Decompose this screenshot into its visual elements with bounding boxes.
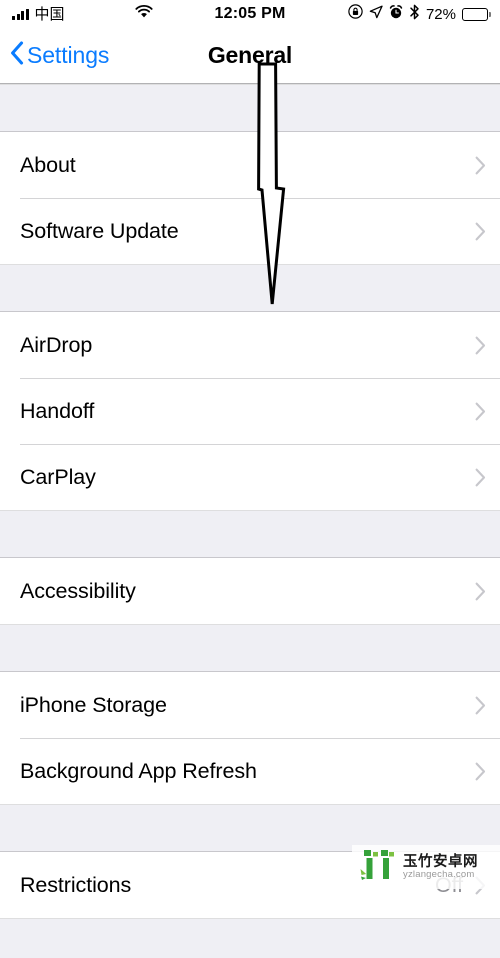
section-spacer (0, 624, 500, 672)
watermark-site-name: 玉竹安卓网 (403, 853, 478, 870)
bluetooth-icon (409, 4, 420, 25)
list-item-software-update[interactable]: Software Update (0, 198, 500, 264)
chevron-right-icon (475, 222, 486, 241)
section-spacer (0, 918, 500, 958)
list-item-label: Background App Refresh (20, 758, 257, 783)
redacted-region (70, 5, 129, 23)
list-item-iphone-storage[interactable]: iPhone Storage (0, 672, 500, 738)
watermark-url: yzlangecha.com (403, 869, 475, 880)
alarm-clock-icon (389, 4, 403, 24)
status-bar-left: 中国 (12, 5, 250, 23)
list-item-accessibility[interactable]: Accessibility (0, 558, 500, 624)
navigation-bar: Settings General (0, 28, 500, 84)
list-item-label: About (20, 152, 76, 177)
section-spacer (0, 84, 500, 132)
chevron-right-icon (475, 468, 486, 487)
settings-group-4: iPhone Storage Background App Refresh (0, 672, 500, 804)
list-item-background-app-refresh[interactable]: Background App Refresh (0, 738, 500, 804)
list-item-airdrop[interactable]: AirDrop (0, 312, 500, 378)
settings-group-2: AirDrop Handoff CarPlay (0, 312, 500, 510)
list-item-label: AirDrop (20, 332, 93, 357)
battery-icon (462, 7, 491, 21)
chevron-right-icon (475, 336, 486, 355)
rotation-lock-icon (348, 4, 363, 24)
wifi-icon (134, 5, 153, 23)
settings-group-1: About Software Update (0, 132, 500, 264)
list-item-handoff[interactable]: Handoff (0, 378, 500, 444)
status-bar-right: 72% (250, 4, 491, 25)
chevron-right-icon (475, 696, 486, 715)
chevron-right-icon (475, 402, 486, 421)
chevron-right-icon (475, 156, 486, 175)
section-spacer (0, 510, 500, 558)
battery-percent-label: 72% (425, 5, 456, 23)
list-item-label: Accessibility (20, 578, 136, 603)
location-arrow-icon (369, 5, 383, 24)
chevron-right-icon (475, 762, 486, 781)
chevron-right-icon (475, 582, 486, 601)
signal-bars-icon (12, 8, 29, 20)
status-bar: 中国 12:05 PM 72% (0, 0, 500, 28)
list-item-carplay[interactable]: CarPlay (0, 444, 500, 510)
settings-group-3: Accessibility (0, 558, 500, 624)
list-item-about[interactable]: About (0, 132, 500, 198)
page-title: General (207, 42, 293, 68)
list-item-label: Software Update (20, 218, 179, 243)
carrier-label: 中国 (34, 5, 65, 23)
watermark-text: 玉竹安卓网 yzlangecha.com (403, 853, 478, 880)
section-spacer (0, 264, 500, 312)
bamboo-logo-icon (360, 848, 398, 887)
list-item-label: iPhone Storage (20, 692, 167, 717)
watermark: 玉竹安卓网 yzlangecha.com (352, 845, 500, 889)
settings-table: About Software Update AirDrop Handoff Ca… (0, 84, 500, 958)
list-item-label: CarPlay (20, 464, 96, 489)
list-item-label: Handoff (20, 398, 95, 423)
